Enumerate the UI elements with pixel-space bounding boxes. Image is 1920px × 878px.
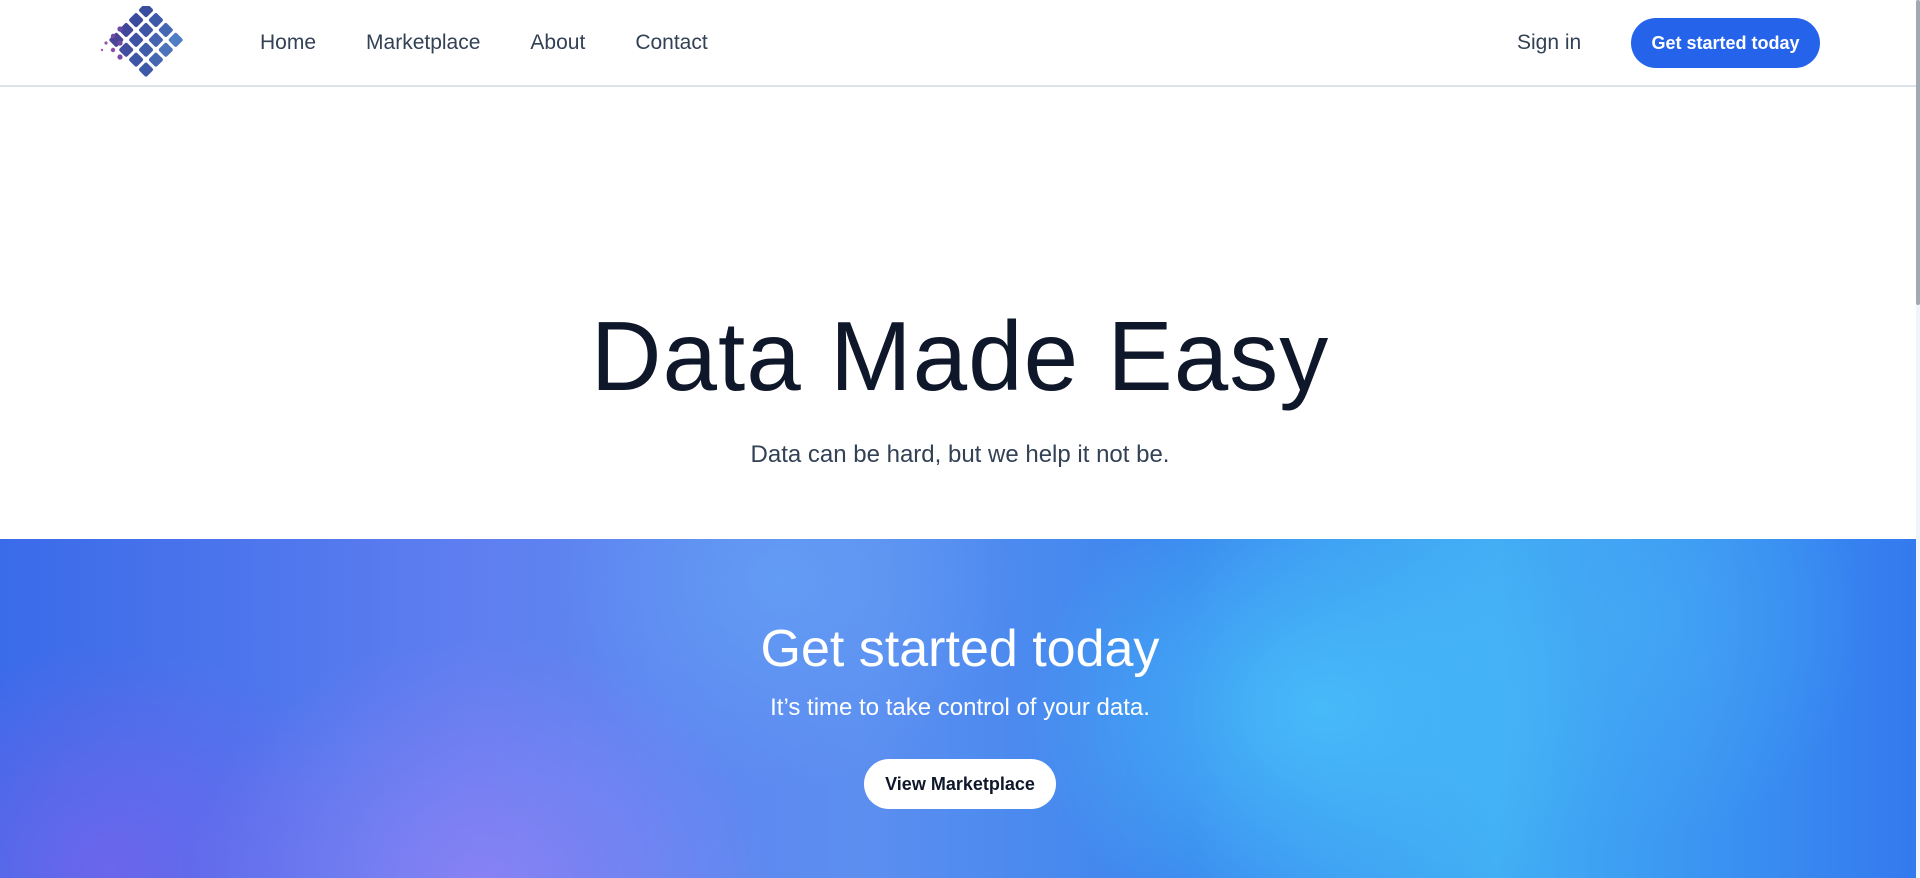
- cta-band-title: Get started today: [760, 620, 1160, 678]
- diamond-dots-logo-svg: [100, 3, 183, 77]
- page: Home Marketplace About Contact Sign in G…: [0, 0, 1920, 878]
- nav-link-home[interactable]: Home: [260, 31, 316, 55]
- logo-icon[interactable]: [100, 3, 186, 78]
- cta-band-subtitle: It’s time to take control of your data.: [770, 694, 1150, 721]
- hero-subtitle: Data can be hard, but we help it not be.: [750, 441, 1170, 468]
- view-marketplace-button[interactable]: View Marketplace: [864, 759, 1056, 809]
- page-scrollbar[interactable]: [1916, 0, 1920, 878]
- main-nav: Home Marketplace About Contact: [260, 0, 758, 86]
- nav-link-about[interactable]: About: [530, 31, 585, 55]
- get-started-button[interactable]: Get started today: [1631, 18, 1820, 68]
- site-header: Home Marketplace About Contact Sign in G…: [0, 0, 1920, 87]
- hero-title: Data Made Easy: [590, 301, 1330, 411]
- scrollbar-thumb[interactable]: [1916, 0, 1920, 305]
- nav-link-contact[interactable]: Contact: [635, 31, 707, 55]
- sign-in-link[interactable]: Sign in: [1517, 0, 1581, 86]
- cta-band: Get started today It’s time to take cont…: [0, 539, 1920, 878]
- nav-link-marketplace[interactable]: Marketplace: [366, 31, 480, 55]
